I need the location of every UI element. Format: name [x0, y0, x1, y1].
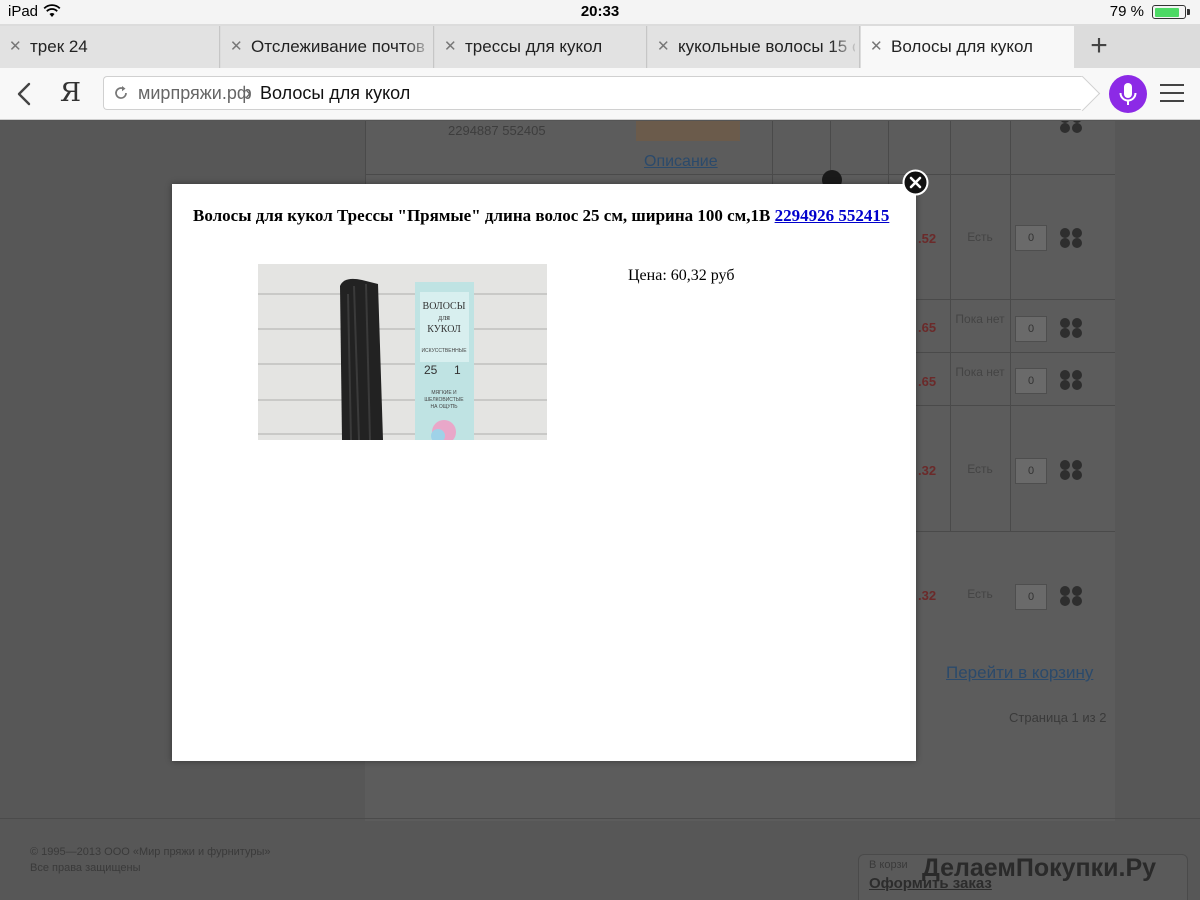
reload-icon[interactable] [112, 84, 130, 102]
url-separator: › [245, 83, 251, 103]
menu-hamburger-icon[interactable] [1160, 84, 1184, 104]
partial-article-number: 2294887 552405 [448, 123, 546, 138]
compare-icon[interactable] [1058, 458, 1084, 482]
tab-strip: ✕ трек 24 ✕ Отслеживание почтов ✕ трессы… [0, 24, 1200, 68]
tab-1[interactable]: ✕ Отслеживание почтов [221, 26, 434, 68]
clock: 20:33 [580, 3, 620, 20]
pagination-text: Страница 1 из 2 [1009, 710, 1107, 725]
tab-close-icon[interactable]: ✕ [230, 37, 243, 55]
tab-title: Волосы для кукол [891, 37, 1033, 56]
package-brand-top: ВОЛОСЫ [423, 301, 466, 312]
product-thumbnail [636, 121, 740, 141]
description-link[interactable]: Описание [644, 153, 718, 171]
product-modal: Волосы для кукол Трессы "Прямые" длина в… [172, 184, 916, 761]
copyright-text: © 1995—2013 ООО «Мир пряжи и фурнитуры» [30, 846, 271, 858]
package-brand-mid: для [438, 313, 450, 322]
package-note-3: НА ОЩУПЬ [431, 404, 459, 410]
compare-icon[interactable] [1058, 121, 1084, 135]
battery-icon [1152, 5, 1190, 19]
product-photo[interactable]: ВОЛОСЫ для КУКОЛ ИСКУССТВЕННЫЕ 25 1 МЯГК… [258, 264, 547, 440]
battery-level [1154, 7, 1179, 17]
row-quantity-input[interactable]: 0 [1015, 584, 1047, 610]
rights-text: Все права защищены [30, 862, 141, 874]
back-arrow-icon[interactable] [12, 80, 38, 108]
row-quantity-input[interactable]: 0 [1015, 225, 1047, 251]
watermark-text: ДелаемПокупки.Ру [922, 854, 1157, 882]
row-status: Пока нет [955, 312, 1005, 326]
compare-icon[interactable] [1058, 368, 1084, 392]
row-price: .32 [918, 463, 937, 478]
compare-icon[interactable] [1058, 226, 1084, 250]
status-bar: iPad 20:33 79 % [0, 0, 1200, 24]
tab-close-icon[interactable]: ✕ [444, 37, 457, 55]
row-status: Пока нет [955, 365, 1005, 379]
tab-0[interactable]: ✕ трек 24 [0, 26, 220, 68]
article-number-link[interactable]: 2294926 552415 [775, 206, 890, 225]
package-kind: ИСКУССТВЕННЫЕ [421, 348, 467, 354]
row-quantity-input[interactable]: 0 [1015, 368, 1047, 394]
product-title-text: Волосы для кукол Трессы "Прямые" длина в… [193, 206, 775, 225]
tab-3[interactable]: ✕ кукольные волосы 15 с [648, 26, 860, 68]
tab-title: Отслеживание почтов [251, 37, 425, 56]
tab-close-icon[interactable]: ✕ [870, 37, 883, 55]
package-length: 25 [424, 363, 438, 377]
package-width: 1 [454, 363, 461, 377]
row-price: .65 [918, 320, 937, 335]
compare-icon[interactable] [1058, 316, 1084, 340]
tab-close-icon[interactable]: ✕ [9, 37, 22, 55]
go-to-cart-link[interactable]: Перейти в корзину [946, 663, 1093, 683]
tab-title: кукольные волосы 15 с [678, 37, 855, 56]
row-status: Есть [967, 587, 993, 601]
url-field[interactable]: мирпряжи.рф › Волосы для кукол [103, 76, 1083, 110]
compare-icon[interactable] [1058, 584, 1084, 608]
microphone-icon [1119, 83, 1137, 105]
package-note-2: ШЕЛКОВИСТЫЕ [424, 397, 464, 403]
product-price: Цена: 60,32 руб [628, 267, 735, 284]
product-title: Волосы для кукол Трессы "Прямые" длина в… [193, 205, 893, 227]
tab-4-active[interactable]: ✕ Волосы для кукол [861, 26, 1074, 68]
voice-search-button[interactable] [1109, 75, 1147, 113]
row-price: .32 [918, 588, 937, 603]
row-quantity-input[interactable]: 0 [1015, 458, 1047, 484]
row-status: Есть [967, 462, 993, 476]
url-page-title: Волосы для кукол [260, 83, 411, 103]
tab-2[interactable]: ✕ трессы для кукол [435, 26, 647, 68]
cart-label: В корзи [869, 859, 908, 871]
row-status: Есть [967, 230, 993, 244]
battery-percent: 79 % [1109, 3, 1144, 20]
package-brand-bottom: КУКОЛ [427, 324, 461, 335]
tab-title: трессы для кукол [465, 37, 603, 56]
url-domain: мирпряжи.рф [138, 83, 252, 103]
package-note-1: МЯГКИЕ И [431, 390, 457, 396]
yandex-logo[interactable]: Я [60, 78, 81, 108]
tab-title: трек 24 [30, 37, 88, 56]
row-quantity-input[interactable]: 0 [1015, 316, 1047, 342]
new-tab-button[interactable]: + [1082, 30, 1116, 64]
address-bar: Я мирпряжи.рф › Волосы для кукол [0, 68, 1200, 120]
row-price: .52 [918, 231, 937, 246]
close-icon[interactable] [902, 169, 929, 196]
row-price: .65 [918, 374, 937, 389]
tab-close-icon[interactable]: ✕ [657, 37, 670, 55]
